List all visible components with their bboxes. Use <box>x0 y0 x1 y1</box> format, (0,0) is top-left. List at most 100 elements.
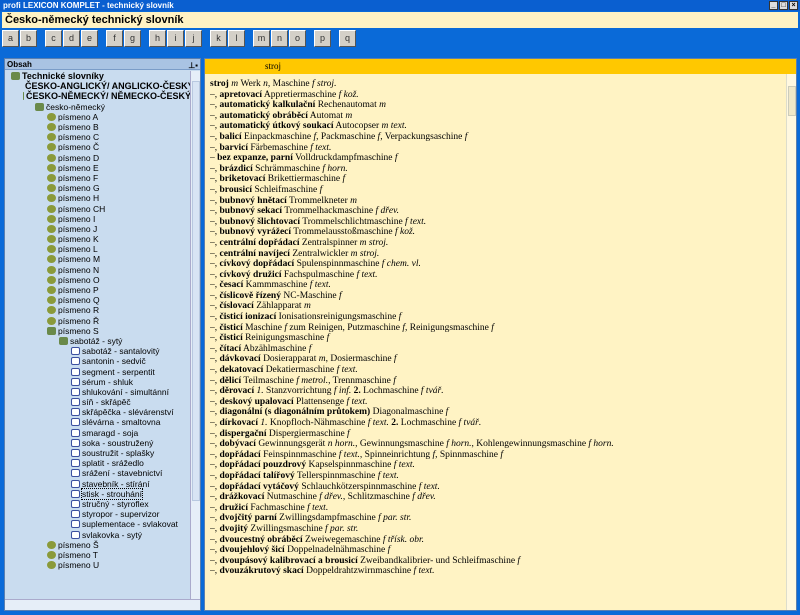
dictionary-entry[interactable]: –, dispergační Dispergiermaschine f <box>210 429 780 440</box>
tree-item[interactable]: Technické slovníky <box>5 71 191 81</box>
tree-item[interactable]: písmeno A <box>5 112 191 122</box>
dictionary-entry[interactable]: –, dírkovací 1. Knopfloch-Nähmaschine f … <box>210 418 780 429</box>
dictionary-entry[interactable]: –, dávkovací Dosierapparat m, Dosiermasc… <box>210 354 780 365</box>
dictionary-entry[interactable]: –, družicí Fachmaschine f text. <box>210 503 780 514</box>
toolbar-button-13[interactable]: m <box>253 30 270 47</box>
tree-item[interactable]: písmeno E <box>5 163 191 173</box>
dictionary-entry[interactable]: –, automatický útkový soukací Autocopser… <box>210 121 780 132</box>
tree-item[interactable]: písmeno B <box>5 122 191 132</box>
toolbar-button-17[interactable]: q <box>339 30 356 47</box>
dictionary-entry[interactable]: –, centrální navíjecí Zentralwickler m s… <box>210 249 780 260</box>
tree-item[interactable]: slévárna - smaltovna <box>5 417 191 427</box>
close-icon[interactable]: × <box>789 1 798 10</box>
tree-item[interactable]: písmeno Č <box>5 142 191 152</box>
tree-item[interactable]: soustružit - splašky <box>5 448 191 458</box>
dictionary-entry[interactable]: –, bubnový sekací Trommelhackmaschine f … <box>210 206 780 217</box>
dictionary-entry[interactable]: –, dopřádací talířový Tellerspinnmaschin… <box>210 471 780 482</box>
tree-item[interactable]: stisk - strouhání <box>5 487 191 500</box>
tree-item[interactable]: skřápěčka - slévárenství <box>5 407 191 417</box>
tree-item[interactable]: ČESKO-ANGLICKÝ/ ANGLICKO-ČESKÝ <box>5 81 191 91</box>
dictionary-entry[interactable]: –, dělicí Teilmaschine f metrol., Trennm… <box>210 376 780 387</box>
tree-item[interactable]: česko-německý <box>5 102 191 112</box>
tree-item[interactable]: písmeno P <box>5 285 191 295</box>
dictionary-entry[interactable]: –, dvojčitý parní Zwillingsdampfmaschine… <box>210 513 780 524</box>
dictionary-entry[interactable]: –, brázdicí Schrämmaschine f horn. <box>210 164 780 175</box>
dictionary-entry[interactable]: –, barvicí Färbemaschine f text. <box>210 143 780 154</box>
dictionary-entry[interactable]: –, apretovací Appretiermaschine f kož. <box>210 90 780 101</box>
tree-item[interactable]: písmeno R <box>5 305 191 315</box>
dictionary-entry[interactable]: –, dopřádací vytáčový Schlauchkötzerspin… <box>210 482 780 493</box>
tree-item[interactable]: písmeno H <box>5 193 191 203</box>
toolbar-button-10[interactable]: j <box>185 30 202 47</box>
toolbar-button-8[interactable]: h <box>149 30 166 47</box>
dictionary-entry[interactable]: –, česací Kammmaschine f text. <box>210 280 780 291</box>
toolbar-button-2[interactable]: b <box>20 30 37 47</box>
tree-item[interactable]: písmeno K <box>5 234 191 244</box>
tree-item[interactable]: splatit - srážedlo <box>5 458 191 468</box>
tree-item[interactable]: santonin - sedvič <box>5 356 191 366</box>
toolbar-button-1[interactable]: a <box>2 30 19 47</box>
tree-item[interactable]: síň - skřápěč <box>5 397 191 407</box>
tree-item[interactable]: segment - serpentit <box>5 366 191 377</box>
dictionary-entry[interactable]: –, automatický kalkulační Rechenautomat … <box>210 100 780 111</box>
scroll-thumb[interactable] <box>788 86 796 116</box>
toolbar-button-11[interactable]: k <box>210 30 227 47</box>
dictionary-entry[interactable]: –, balicí Einpackmaschine f , Packmaschin… <box>210 132 780 143</box>
tree-item[interactable]: písmeno D <box>5 153 191 163</box>
toolbar-button-6[interactable]: f <box>106 30 123 47</box>
toolbar-button-4[interactable]: d <box>63 30 80 47</box>
dictionary-entry[interactable]: –, čisticí ionizací Ionisationsreinigung… <box>210 312 780 323</box>
dictionary-entry[interactable]: –, centrální dopřádací Zentralspinner m … <box>210 238 780 249</box>
tree-item[interactable]: písmeno CH <box>5 203 191 214</box>
tree-item[interactable]: smaragd - soja <box>5 428 191 438</box>
tree-item[interactable]: stručný - styroflex <box>5 499 191 509</box>
dictionary-entry[interactable]: –, čítací Abzählmaschine f <box>210 344 780 355</box>
tree-vertical-scrollbar[interactable] <box>190 71 200 599</box>
dictionary-entry[interactable]: –, dvouzákrutový skací Doppeldrahtzwirnm… <box>210 566 780 577</box>
dictionary-entry[interactable]: –, deskový upalovací Plattensenge f text… <box>210 397 780 408</box>
tree-item[interactable]: písmeno Q <box>5 295 191 305</box>
tree-item[interactable]: písmeno Š <box>5 540 191 550</box>
tree-item[interactable]: písmeno G <box>5 183 191 193</box>
dictionary-entry[interactable]: –, bubnový šlichtovací Trommelschlichtma… <box>210 217 780 228</box>
tree-horizontal-scrollbar[interactable] <box>5 599 200 610</box>
tree-item[interactable]: písmeno L <box>5 244 191 254</box>
dictionary-entry[interactable]: –, dopřádací Feinspinnmaschine f text., … <box>210 450 780 461</box>
tree-item[interactable]: sabotáž - sytý <box>5 336 191 346</box>
dictionary-entry[interactable]: –, dvojitý Zwillingsmaschine f par. str. <box>210 524 780 535</box>
dictionary-entry[interactable]: –, automatický obráběcí Automat m <box>210 111 780 122</box>
tree-item[interactable]: soka - soustružený <box>5 438 191 448</box>
tree-item[interactable]: písmeno U <box>5 560 191 570</box>
dictionary-entry[interactable]: –, dvoupásový kalibrovací a brousicí Zwe… <box>210 556 780 567</box>
dictionary-entry[interactable]: –, diagonální (s diagonálním průtokem) D… <box>210 407 780 418</box>
tree-item[interactable]: shlukování - simultánní <box>5 387 191 397</box>
dictionary-entry[interactable]: –, cívkový dopřádací Spulenspinnmaschine… <box>210 259 780 270</box>
tree-item[interactable]: suplementace - svlakovat <box>5 519 191 529</box>
dictionary-entry[interactable]: –, dobývací Gewinnungsgerät n horn., Gew… <box>210 439 780 450</box>
dictionary-entry[interactable]: –, bubnový hnětací Trommelkneter m <box>210 196 780 207</box>
toolbar-button-12[interactable]: l <box>228 30 245 47</box>
toolbar-button-3[interactable]: c <box>45 30 62 47</box>
tree-item[interactable]: svlakovka - sytý <box>5 529 191 540</box>
tree-item[interactable]: srážení - stavebnictví <box>5 468 191 478</box>
entry-scrollbar[interactable] <box>786 74 796 610</box>
dictionary-entry[interactable]: –, brousicí Schleifmaschine f <box>210 185 780 196</box>
toolbar-button-7[interactable]: g <box>124 30 141 47</box>
tree-item[interactable]: písmeno J <box>5 224 191 234</box>
toolbar-button-9[interactable]: i <box>167 30 184 47</box>
dictionary-entry[interactable]: –, číslicově řízený NC-Maschine f <box>210 291 780 302</box>
pin-icon[interactable]: ⊥▪ <box>188 60 198 71</box>
tree-item[interactable]: písmeno F <box>5 173 191 183</box>
dictionary-entry[interactable]: –, dvoucestný obráběcí Zweiwegemaschine … <box>210 535 780 546</box>
dictionary-entry[interactable]: –, bubnový vyrážecí Trommelausstoßmaschi… <box>210 227 780 238</box>
dictionary-entry[interactable]: –, dvoujehlový šicí Doppelnadelnähmaschi… <box>210 545 780 556</box>
toolbar-button-14[interactable]: n <box>271 30 288 47</box>
tree-item[interactable]: písmeno T <box>5 550 191 560</box>
tree-item[interactable]: sérum - shluk <box>5 377 191 387</box>
tree-item[interactable]: písmeno S <box>5 326 191 336</box>
dictionary-entry[interactable]: –, číslovací Zählapparat m <box>210 301 780 312</box>
tree-item[interactable]: stavebník - stírání <box>5 479 191 489</box>
dictionary-entry[interactable]: –, čisticí Reinigungsmaschine f <box>210 333 780 344</box>
tree-item[interactable]: písmeno M <box>5 254 191 264</box>
tree-item[interactable]: písmeno I <box>5 214 191 224</box>
